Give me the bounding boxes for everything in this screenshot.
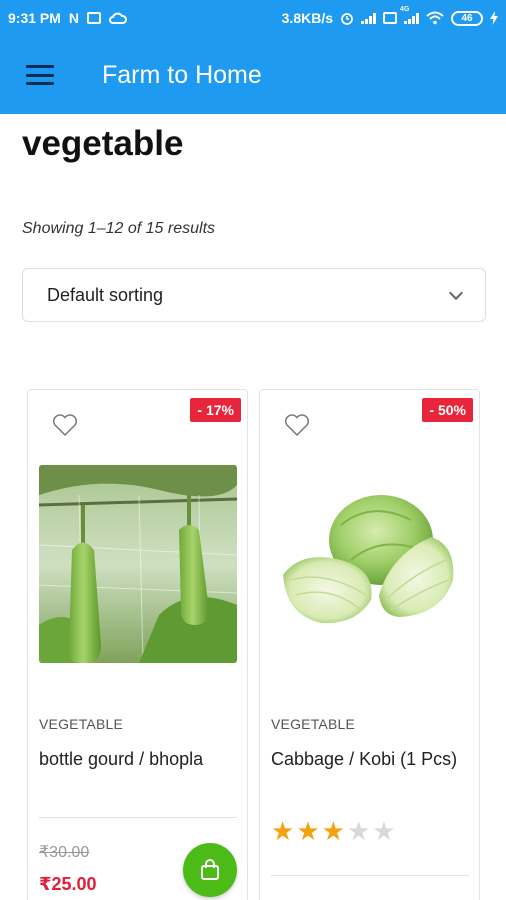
- sorting-selected-value: Default sorting: [47, 284, 164, 305]
- product-category: VEGETABLE: [271, 716, 356, 732]
- star-rating: ★ ★ ★ ★ ★: [271, 818, 396, 844]
- divider: [39, 817, 237, 818]
- status-time: 9:31 PM: [8, 10, 61, 26]
- product-image-bottle-gourd[interactable]: [39, 465, 237, 663]
- status-bar: 9:31 PM N 3.8KB/s 4G 46: [0, 0, 506, 36]
- battery-icon: 46: [451, 10, 483, 26]
- star-filled-icon: ★: [321, 816, 345, 846]
- notification-n-icon: N: [68, 10, 80, 26]
- heart-icon[interactable]: [52, 413, 78, 437]
- product-image-cabbage[interactable]: [271, 465, 469, 663]
- product-old-price: ₹30.00: [39, 844, 90, 861]
- page-title: vegetable: [22, 124, 184, 163]
- app-title: Farm to Home: [102, 60, 262, 89]
- hamburger-menu-icon[interactable]: [26, 65, 54, 85]
- signal-icon: [361, 12, 376, 24]
- message-icon: [87, 12, 102, 24]
- product-price: ₹25.00: [39, 874, 97, 894]
- signal-4g-icon: 4G: [400, 6, 419, 24]
- chevron-down-icon: [448, 285, 464, 301]
- sorting-dropdown[interactable]: Default sorting: [22, 268, 486, 322]
- add-to-cart-button[interactable]: [183, 843, 237, 897]
- product-name[interactable]: Cabbage / Kobi (1 Pcs): [271, 748, 471, 771]
- app-bar: Farm to Home: [0, 36, 506, 114]
- network-speed: 3.8KB/s: [281, 10, 333, 26]
- star-filled-icon: ★: [271, 816, 295, 846]
- wifi-icon: [426, 11, 444, 25]
- product-category: VEGETABLE: [39, 716, 124, 732]
- cloud-icon: [109, 12, 128, 24]
- product-card[interactable]: - 17% VEGETABLE bottle gourd / bhopla ₹3…: [27, 389, 248, 900]
- heart-icon[interactable]: [284, 413, 310, 437]
- product-name[interactable]: bottle gourd / bhopla: [39, 748, 239, 771]
- charging-icon: [490, 11, 498, 25]
- shopping-bag-icon: [201, 859, 219, 880]
- discount-badge: - 50%: [422, 398, 473, 422]
- star-empty-icon: ★: [372, 816, 396, 846]
- star-filled-icon: ★: [296, 816, 320, 846]
- product-card[interactable]: - 50% VEGETABLE Cabbage / Kobi (1 Pcs) ★…: [259, 389, 480, 900]
- divider: [271, 875, 469, 876]
- result-count: Showing 1–12 of 15 results: [22, 220, 216, 237]
- discount-badge: - 17%: [190, 398, 241, 422]
- star-empty-icon: ★: [346, 816, 371, 846]
- volte-icon: [383, 12, 397, 24]
- alarm-icon: [341, 13, 353, 25]
